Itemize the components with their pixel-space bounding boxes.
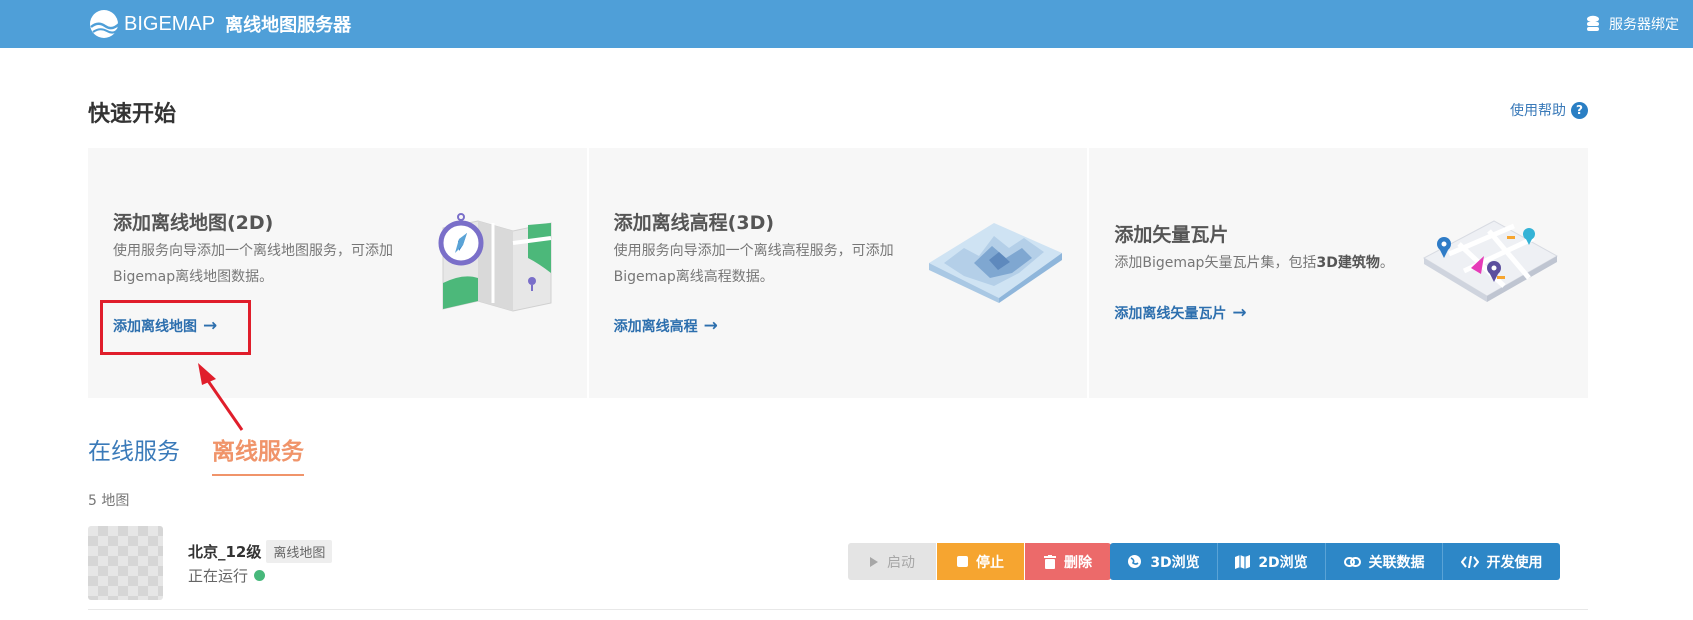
stop-label: 停止 xyxy=(976,554,1004,571)
help-icon: ? xyxy=(1571,101,1588,119)
code-icon xyxy=(1460,555,1479,568)
service-name-line: 北京_12级 离线地图 xyxy=(188,540,333,563)
map-icon xyxy=(1235,554,1251,569)
card-description-bold: 3D建筑物 xyxy=(1316,255,1380,271)
service-row: 北京_12级 离线地图 正在运行 启动 停止 删除 3D浏览 2D浏览 关联数据… xyxy=(88,524,1588,610)
brand[interactable]: BIGEMAP 离线地图服务器 xyxy=(88,6,351,42)
add-offline-elevation-link[interactable]: 添加离线高程 → xyxy=(614,316,718,336)
folded-map-compass-icon xyxy=(438,213,552,312)
view-3d-label: 3D浏览 xyxy=(1150,554,1200,571)
quick-start-title: 快速开始 xyxy=(88,102,177,127)
server-bind-link[interactable]: 服务器绑定 xyxy=(1585,12,1679,36)
card-title: 添加离线高程(3D) xyxy=(613,212,775,234)
link-label: 添加离线高程 xyxy=(613,319,698,335)
stop-icon xyxy=(957,556,968,567)
tab-offline-services[interactable]: 离线服务 xyxy=(212,432,304,476)
server-bind-label: 服务器绑定 xyxy=(1609,17,1679,33)
view-3d-button[interactable]: 3D浏览 xyxy=(1110,543,1218,580)
card-add-vector-tiles: 添加矢量瓦片 添加Bigemap矢量瓦片集，包括3D建筑物。 添加离线矢量瓦片 … xyxy=(1089,148,1589,398)
add-vector-tiles-link[interactable]: 添加离线矢量瓦片 → xyxy=(1114,303,1246,323)
service-view-group: 3D浏览 2D浏览 关联数据 开发使用 xyxy=(1110,543,1560,580)
help-label: 使用帮助 xyxy=(1510,103,1566,119)
link-label: 添加离线矢量瓦片 xyxy=(1114,306,1227,322)
card-add-offline-map: 添加离线地图(2D) 使用服务向导添加一个离线地图服务，可添加Bigemap离线… xyxy=(88,148,587,398)
delete-label: 删除 xyxy=(1064,554,1092,571)
card-add-offline-elevation: 添加离线高程(3D) 使用服务向导添加一个离线高程服务，可添加Bigemap离线… xyxy=(588,148,1088,398)
card-description-prefix: 添加Bigemap矢量瓦片集，包括 xyxy=(1114,255,1317,271)
vector-map-pins-icon xyxy=(1423,220,1559,302)
server-icon xyxy=(1587,15,1599,31)
brand-subtitle: 离线地图服务器 xyxy=(225,15,352,36)
card-description: 使用服务向导添加一个离线地图服务，可添加Bigemap离线地图数据。 xyxy=(113,243,393,285)
map-thumbnail[interactable] xyxy=(88,526,163,600)
quick-start-cards: 添加离线地图(2D) 使用服务向导添加一个离线地图服务，可添加Bigemap离线… xyxy=(88,148,1589,398)
annotation-arrow-icon xyxy=(198,363,244,431)
help-link[interactable]: 使用帮助 ? xyxy=(1510,100,1588,120)
service-control-group: 启动 停止 删除 xyxy=(848,543,1111,580)
arrow-right-icon: → xyxy=(1232,303,1247,323)
top-header-bar: BIGEMAP 离线地图服务器 服务器绑定 xyxy=(0,0,1693,48)
link-data-button[interactable]: 关联数据 xyxy=(1326,543,1443,580)
status-text: 正在运行 xyxy=(188,567,249,585)
map-count: 5 地图 xyxy=(88,493,130,509)
card-title: 添加矢量瓦片 xyxy=(1114,224,1229,246)
developer-use-label: 开发使用 xyxy=(1486,554,1543,571)
card-description: 添加Bigemap矢量瓦片集，包括3D建筑物。 xyxy=(1114,250,1434,276)
play-icon xyxy=(870,556,878,567)
bigemap-logo-icon xyxy=(90,10,120,38)
tab-online-services[interactable]: 在线服务 xyxy=(88,432,180,476)
service-name: 北京_12级 xyxy=(188,543,262,561)
service-tabs: 在线服务 离线服务 xyxy=(88,432,336,476)
delete-button[interactable]: 删除 xyxy=(1025,543,1111,580)
view-2d-label: 2D浏览 xyxy=(1258,554,1308,571)
terrain-3d-icon xyxy=(928,223,1062,303)
card-description: 使用服务向导添加一个离线高程服务，可添加Bigemap离线高程数据。 xyxy=(613,243,894,285)
annotation-highlight-box xyxy=(100,300,251,355)
brand-name: BIGEMAP xyxy=(124,12,216,35)
arrow-right-icon: → xyxy=(703,316,718,336)
card-description-suffix: 。 xyxy=(1379,255,1394,271)
status-dot-icon xyxy=(254,570,266,581)
developer-use-button[interactable]: 开发使用 xyxy=(1443,543,1560,580)
start-button[interactable]: 启动 xyxy=(848,543,936,580)
chain-link-icon xyxy=(1343,556,1361,567)
service-type-badge: 离线地图 xyxy=(266,540,333,563)
card-title: 添加离线地图(2D) xyxy=(113,212,274,234)
trash-icon xyxy=(1044,554,1056,569)
globe-icon xyxy=(1128,555,1142,568)
start-label: 启动 xyxy=(887,554,915,571)
service-status: 正在运行 xyxy=(188,565,266,586)
link-data-label: 关联数据 xyxy=(1368,554,1425,571)
view-2d-button[interactable]: 2D浏览 xyxy=(1218,543,1326,580)
stop-button[interactable]: 停止 xyxy=(937,543,1024,580)
